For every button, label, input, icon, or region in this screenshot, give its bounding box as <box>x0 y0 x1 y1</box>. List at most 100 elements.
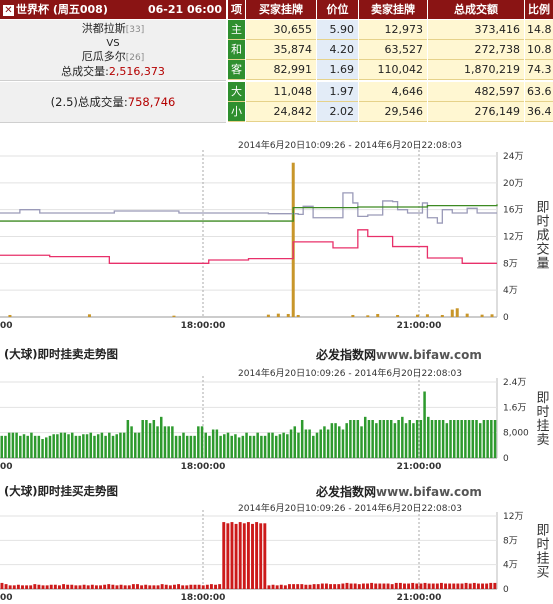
bar <box>423 391 426 458</box>
y-tick-label: 0 <box>503 313 509 323</box>
bar <box>367 420 371 458</box>
bar <box>53 584 57 589</box>
y-axis-label-char: 买 <box>536 566 549 581</box>
bar <box>333 584 337 589</box>
bar <box>482 420 486 458</box>
bar <box>234 434 237 458</box>
bar <box>33 584 37 589</box>
bar <box>21 585 24 589</box>
close-icon[interactable]: ✕ <box>3 4 14 16</box>
x-tick-label: 18:00:00 <box>181 462 226 472</box>
bar <box>90 584 94 589</box>
bar <box>386 583 390 589</box>
cell-price: 5.90 <box>317 20 358 40</box>
bar <box>246 522 250 589</box>
bar <box>189 584 193 589</box>
bar <box>468 583 472 589</box>
bar <box>274 435 278 458</box>
y-tick-label: 4万 <box>503 561 518 571</box>
bar <box>74 585 78 589</box>
bar <box>26 435 29 458</box>
table-row: 客 82,991 1.69 110,042 1,870,219 74.3 <box>0 60 553 80</box>
y-axis-label-char: 卖 <box>536 433 549 448</box>
cell-item: 客 <box>228 60 245 80</box>
bar <box>397 420 400 458</box>
bar <box>226 432 230 458</box>
bar <box>223 434 226 458</box>
bar <box>412 423 415 458</box>
bar <box>7 432 11 458</box>
bar <box>70 584 74 589</box>
bar <box>415 583 419 589</box>
bar <box>278 434 282 458</box>
bar <box>448 583 452 589</box>
bar <box>408 420 411 458</box>
bar <box>296 584 300 589</box>
bar <box>30 432 33 458</box>
bar <box>308 584 312 589</box>
y-tick-label: 8万 <box>503 536 518 546</box>
cell-sell: 12,973 <box>359 20 427 40</box>
y-tick-label: 8,000 <box>503 429 529 439</box>
bar <box>370 582 374 589</box>
y-tick-label: 8万 <box>503 259 518 269</box>
bar <box>382 420 386 458</box>
cell-sell: 4,646 <box>359 82 427 102</box>
cell-total: 482,597 <box>428 82 524 102</box>
bar <box>45 437 48 458</box>
bar <box>82 434 85 458</box>
bar <box>411 582 415 589</box>
bar <box>197 426 200 458</box>
bar <box>378 420 382 458</box>
bar <box>115 434 118 458</box>
bar <box>293 426 297 458</box>
bar <box>252 435 256 458</box>
bar <box>148 423 152 458</box>
bar <box>111 435 115 458</box>
cell-price: 4.20 <box>317 40 358 60</box>
bar <box>126 420 130 458</box>
site-watermark: 必发指数网www.bifaw.com <box>316 485 482 499</box>
volume-bar <box>291 162 295 317</box>
bar <box>209 584 213 589</box>
bar <box>122 432 126 458</box>
bar <box>230 522 234 589</box>
bar <box>167 426 170 458</box>
bar <box>334 423 337 458</box>
sell-chart-title: (大球)即时挂卖走势图 <box>4 347 119 361</box>
bar <box>131 584 135 589</box>
bar <box>271 432 274 458</box>
bar <box>259 523 263 589</box>
bar <box>123 585 127 589</box>
table-row: 主 30,655 5.90 12,973 373,416 14.8 <box>0 20 553 40</box>
bar <box>74 435 78 458</box>
bar <box>378 583 382 589</box>
bar <box>193 435 196 458</box>
bar <box>145 420 148 458</box>
bar <box>304 429 308 458</box>
bar <box>141 420 144 458</box>
bar <box>456 583 460 589</box>
bar <box>403 583 406 589</box>
bar <box>427 583 431 589</box>
volume-bar <box>8 314 12 317</box>
cell-sell: 29,546 <box>359 102 427 122</box>
bar <box>341 429 345 458</box>
bar <box>292 584 296 589</box>
bar <box>168 585 172 589</box>
y-axis-label-char: 成 <box>536 229 549 244</box>
bar <box>45 585 49 589</box>
bar <box>33 435 37 458</box>
bar <box>337 584 341 589</box>
bar <box>357 584 361 589</box>
bar <box>94 585 98 589</box>
bar <box>93 435 96 458</box>
tournament-label: 世界杯 (周五008) <box>16 3 108 16</box>
bar <box>177 584 181 589</box>
table-row: 大 11,048 1.97 4,646 482,597 63.6 <box>0 82 553 102</box>
cell-price: 1.97 <box>317 82 358 102</box>
cell-price: 1.69 <box>317 60 358 80</box>
bar <box>329 584 333 589</box>
bar <box>215 429 219 458</box>
bar <box>234 523 238 589</box>
